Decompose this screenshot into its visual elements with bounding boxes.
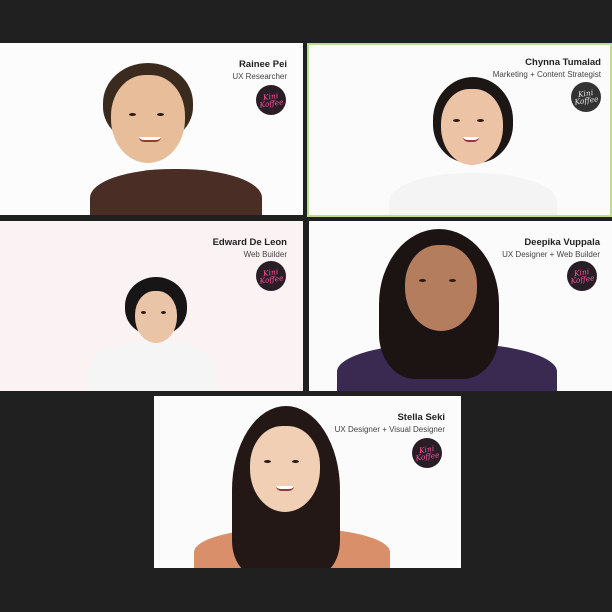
video-tile-stella-seki[interactable]: Stella Seki UX Designer + Visual Designe… <box>154 396 461 568</box>
kini-koffee-logo: Kini Koffee <box>256 85 286 115</box>
kini-koffee-logo: Kini Koffee <box>571 82 601 112</box>
participant-name: Edward De Leon <box>212 237 287 248</box>
participant-role: Marketing + Content Strategist <box>492 70 601 79</box>
video-tile-rainee-pei[interactable]: Rainee Pei UX Researcher Kini Koffee <box>0 43 303 215</box>
video-tile-chynna-tumalad[interactable]: Chynna Tumalad Marketing + Content Strat… <box>307 43 612 217</box>
video-tile-edward-de-leon[interactable]: Edward De Leon Web Builder Kini Koffee <box>0 221 303 391</box>
participant-name: Chynna Tumalad <box>525 57 601 68</box>
participant-role: UX Designer + Web Builder <box>502 250 600 259</box>
participant-label: Chynna Tumalad Marketing + Content Strat… <box>493 57 601 80</box>
participant-name: Stella Seki <box>397 412 445 423</box>
participant-video <box>85 271 225 391</box>
participant-role: Web Builder <box>243 250 287 259</box>
participant-name: Deepika Vuppala <box>524 237 600 248</box>
video-tile-deepika-vuppala[interactable]: Deepika Vuppala UX Designer + Web Builde… <box>309 221 612 391</box>
participant-label: Edward De Leon Web Builder <box>213 237 287 260</box>
kini-koffee-logo: Kini Koffee <box>567 261 597 291</box>
participant-label: Rainee Pei UX Researcher <box>232 59 287 82</box>
participant-label: Stella Seki UX Designer + Visual Designe… <box>335 412 445 435</box>
participant-label: Deepika Vuppala UX Designer + Web Builde… <box>502 237 600 260</box>
kini-koffee-logo: Kini Koffee <box>412 438 442 468</box>
kini-koffee-logo: Kini Koffee <box>256 261 286 291</box>
participant-video <box>381 75 561 215</box>
participant-role: UX Researcher <box>232 72 287 81</box>
participant-name: Rainee Pei <box>238 59 287 70</box>
participant-role: UX Designer + Visual Designer <box>334 425 445 434</box>
participant-video <box>85 61 265 215</box>
